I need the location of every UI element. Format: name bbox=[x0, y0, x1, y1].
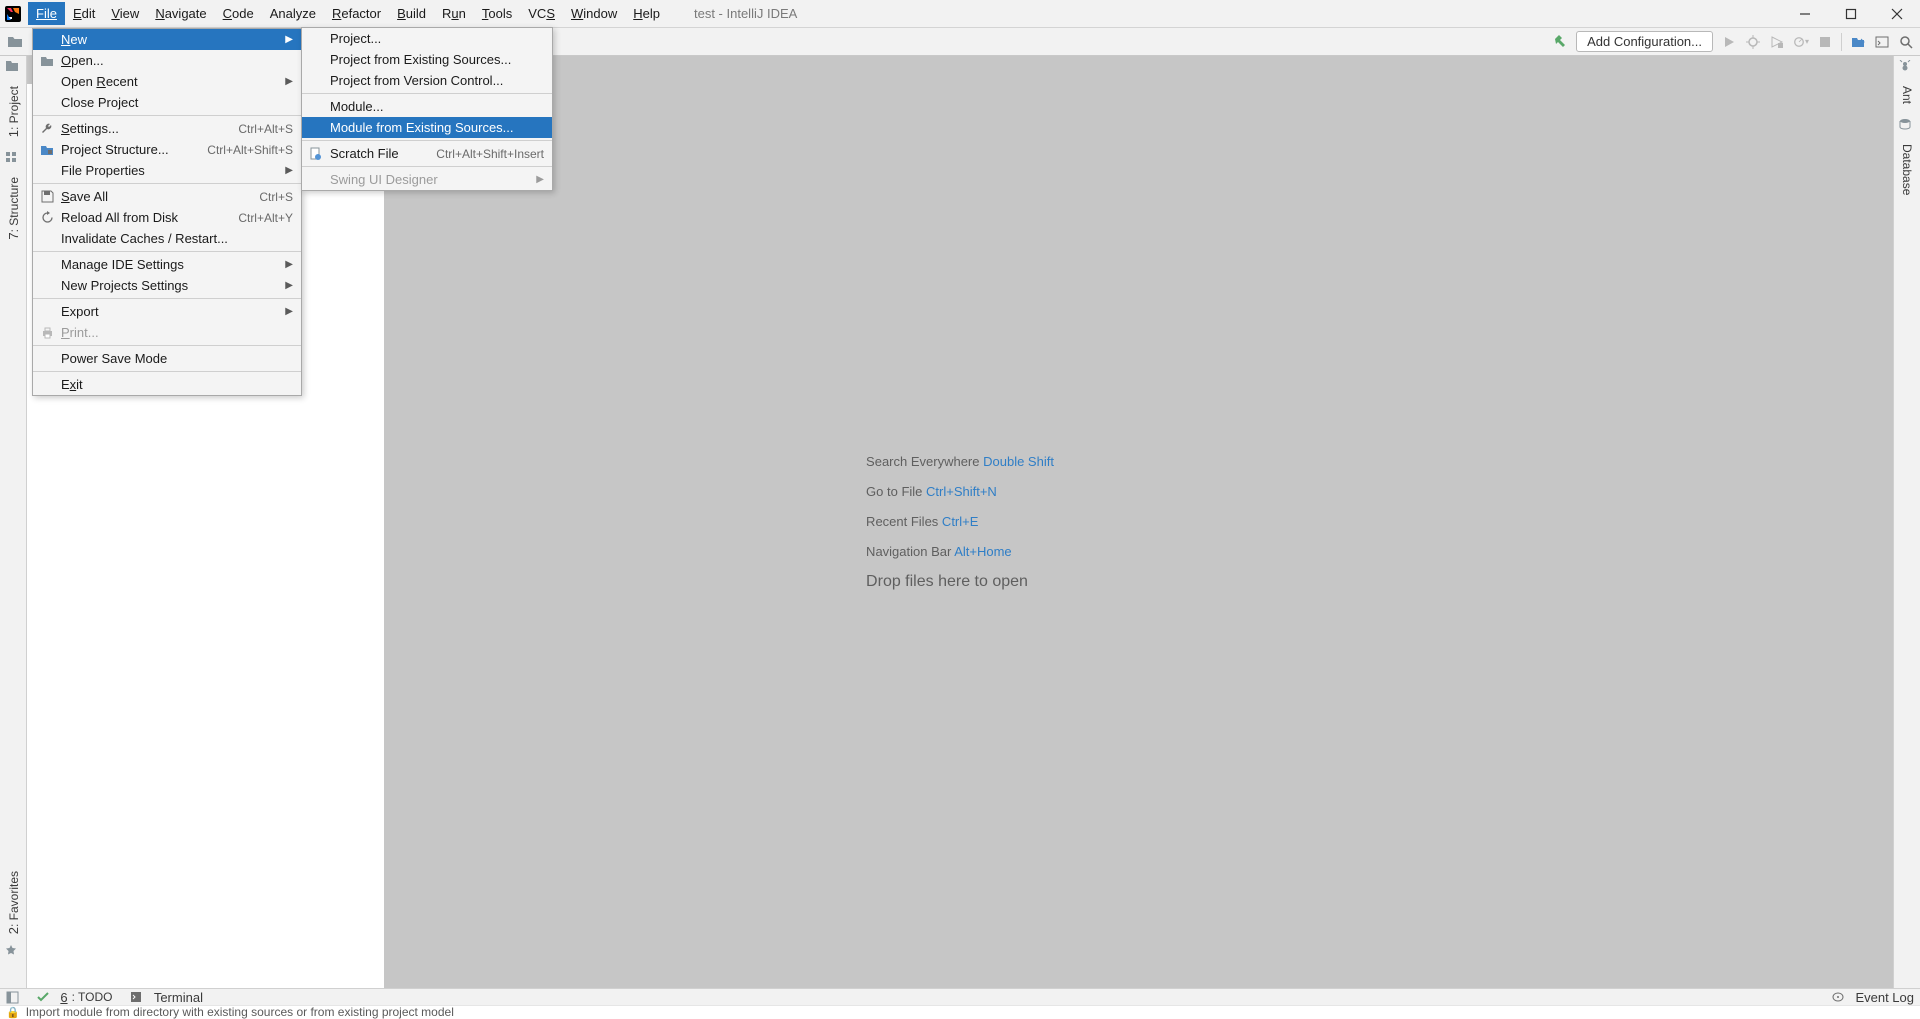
window-controls bbox=[1782, 0, 1920, 28]
favorites-tab-icon[interactable] bbox=[5, 944, 21, 960]
file-menu-exit[interactable]: Exit bbox=[33, 374, 301, 395]
run-icon[interactable] bbox=[1721, 34, 1737, 50]
structure-tab-icon[interactable] bbox=[5, 151, 21, 167]
menu-edit[interactable]: Edit bbox=[65, 2, 103, 25]
menu-view[interactable]: View bbox=[103, 2, 147, 25]
new-project[interactable]: Project... bbox=[302, 28, 552, 49]
ant-tab[interactable]: Ant bbox=[1900, 80, 1914, 110]
new-project-vcs[interactable]: Project from Version Control... bbox=[302, 70, 552, 91]
hint-goto-file: Go to File Ctrl+Shift+N bbox=[866, 483, 1054, 501]
structure-tab[interactable]: 7: Structure bbox=[6, 171, 21, 246]
file-menu-file-properties[interactable]: File Properties▶ bbox=[33, 160, 301, 181]
menu-analyze[interactable]: Analyze bbox=[262, 2, 324, 25]
file-menu-manage-ide[interactable]: Manage IDE Settings▶ bbox=[33, 254, 301, 275]
file-menu-new-projects-settings[interactable]: New Projects Settings▶ bbox=[33, 275, 301, 296]
menu-vcs[interactable]: VCS bbox=[520, 2, 563, 25]
stop-icon[interactable] bbox=[1817, 34, 1833, 50]
menu-bar: File Edit View Navigate Code Analyze Ref… bbox=[0, 0, 1920, 28]
ant-tab-icon[interactable] bbox=[1899, 60, 1915, 76]
close-button[interactable] bbox=[1874, 0, 1920, 28]
build-icon[interactable] bbox=[1552, 34, 1568, 50]
project-tab-icon[interactable] bbox=[5, 60, 21, 76]
right-tool-strip: Ant Database bbox=[1893, 56, 1920, 988]
menu-tools[interactable]: Tools bbox=[474, 2, 520, 25]
hint-nav-bar: Navigation Bar Alt+Home bbox=[866, 543, 1054, 561]
add-configuration-button[interactable]: Add Configuration... bbox=[1576, 31, 1713, 52]
menu-window[interactable]: Window bbox=[563, 2, 625, 25]
profile-icon[interactable]: ▾ bbox=[1793, 34, 1809, 50]
project-tab[interactable]: 1: Project bbox=[6, 80, 21, 143]
project-folder-icon[interactable] bbox=[6, 33, 24, 51]
new-submenu: Project... Project from Existing Sources… bbox=[301, 27, 553, 191]
file-menu-reload[interactable]: Reload All from DiskCtrl+Alt+Y bbox=[33, 207, 301, 228]
file-menu-export[interactable]: Export▶ bbox=[33, 301, 301, 322]
print-icon bbox=[39, 325, 55, 341]
file-menu-print[interactable]: Print... bbox=[33, 322, 301, 343]
window-title: test - IntelliJ IDEA bbox=[694, 6, 797, 21]
file-menu-settings[interactable]: Settings...Ctrl+Alt+S bbox=[33, 118, 301, 139]
reload-icon bbox=[39, 210, 55, 226]
maximize-button[interactable] bbox=[1828, 0, 1874, 28]
file-menu-power-save[interactable]: Power Save Mode bbox=[33, 348, 301, 369]
new-scratch-file[interactable]: Scratch FileCtrl+Alt+Shift+Insert bbox=[302, 143, 552, 164]
folder-open-icon bbox=[39, 53, 55, 69]
file-menu-new[interactable]: New▶ bbox=[33, 29, 301, 50]
project-structure-icon bbox=[39, 142, 55, 158]
status-text: Import module from directory with existi… bbox=[26, 1005, 454, 1019]
menu-file[interactable]: File bbox=[28, 2, 65, 25]
search-everywhere-icon[interactable] bbox=[1898, 34, 1914, 50]
file-menu-invalidate[interactable]: Invalidate Caches / Restart... bbox=[33, 228, 301, 249]
editor-hints: Search Everywhere Double Shift Go to Fil… bbox=[866, 441, 1054, 603]
favorites-tab[interactable]: 2: Favorites bbox=[6, 865, 21, 940]
file-menu-open-recent[interactable]: Open Recent▶ bbox=[33, 71, 301, 92]
todo-tab[interactable]: 6: TODO bbox=[37, 990, 112, 1005]
new-swing-ui[interactable]: Swing UI Designer▶ bbox=[302, 169, 552, 190]
menu-refactor[interactable]: Refactor bbox=[324, 2, 389, 25]
file-menu-save-all[interactable]: Save AllCtrl+S bbox=[33, 186, 301, 207]
hint-recent-files: Recent Files Ctrl+E bbox=[866, 513, 1054, 531]
minimize-button[interactable] bbox=[1782, 0, 1828, 28]
menu-build[interactable]: Build bbox=[389, 2, 434, 25]
new-project-existing[interactable]: Project from Existing Sources... bbox=[302, 49, 552, 70]
file-menu-open[interactable]: Open... bbox=[33, 50, 301, 71]
hint-drop-files: Drop files here to open bbox=[866, 573, 1054, 591]
editor-area[interactable]: Search Everywhere Double Shift Go to Fil… bbox=[27, 56, 1893, 988]
scratch-file-icon bbox=[308, 146, 324, 162]
wrench-icon bbox=[39, 121, 55, 137]
new-module[interactable]: Module... bbox=[302, 96, 552, 117]
hint-search-everywhere: Search Everywhere Double Shift bbox=[866, 453, 1054, 471]
run-anything-icon[interactable] bbox=[1874, 34, 1890, 50]
intellij-logo-icon bbox=[4, 5, 22, 23]
status-bar: 🔒 Import module from directory with exis… bbox=[0, 1005, 1920, 1019]
database-tab[interactable]: Database bbox=[1900, 138, 1914, 201]
left-tool-strip: 1: Project 7: Structure 2: Favorites bbox=[0, 56, 27, 988]
menu-help[interactable]: Help bbox=[625, 2, 668, 25]
new-module-existing[interactable]: Module from Existing Sources... bbox=[302, 117, 552, 138]
lock-icon[interactable]: 🔒 bbox=[6, 1006, 20, 1019]
run-coverage-icon[interactable] bbox=[1769, 34, 1785, 50]
update-project-icon[interactable] bbox=[1850, 34, 1866, 50]
tool-windows-icon[interactable] bbox=[6, 991, 19, 1004]
file-menu-dropdown: New▶ Open... Open Recent▶ Close Project … bbox=[32, 28, 302, 396]
menu-run[interactable]: Run bbox=[434, 2, 474, 25]
file-menu-close-project[interactable]: Close Project bbox=[33, 92, 301, 113]
debug-icon[interactable] bbox=[1745, 34, 1761, 50]
bottom-tool-bar: 6: TODO Terminal Event Log bbox=[0, 988, 1920, 1005]
menu-navigate[interactable]: Navigate bbox=[147, 2, 214, 25]
terminal-tab[interactable]: Terminal bbox=[130, 990, 202, 1005]
save-icon bbox=[39, 189, 55, 205]
menu-code[interactable]: Code bbox=[215, 2, 262, 25]
database-tab-icon[interactable] bbox=[1899, 118, 1915, 134]
file-menu-project-structure[interactable]: Project Structure...Ctrl+Alt+Shift+S bbox=[33, 139, 301, 160]
event-log-tab[interactable]: Event Log bbox=[1832, 990, 1914, 1005]
